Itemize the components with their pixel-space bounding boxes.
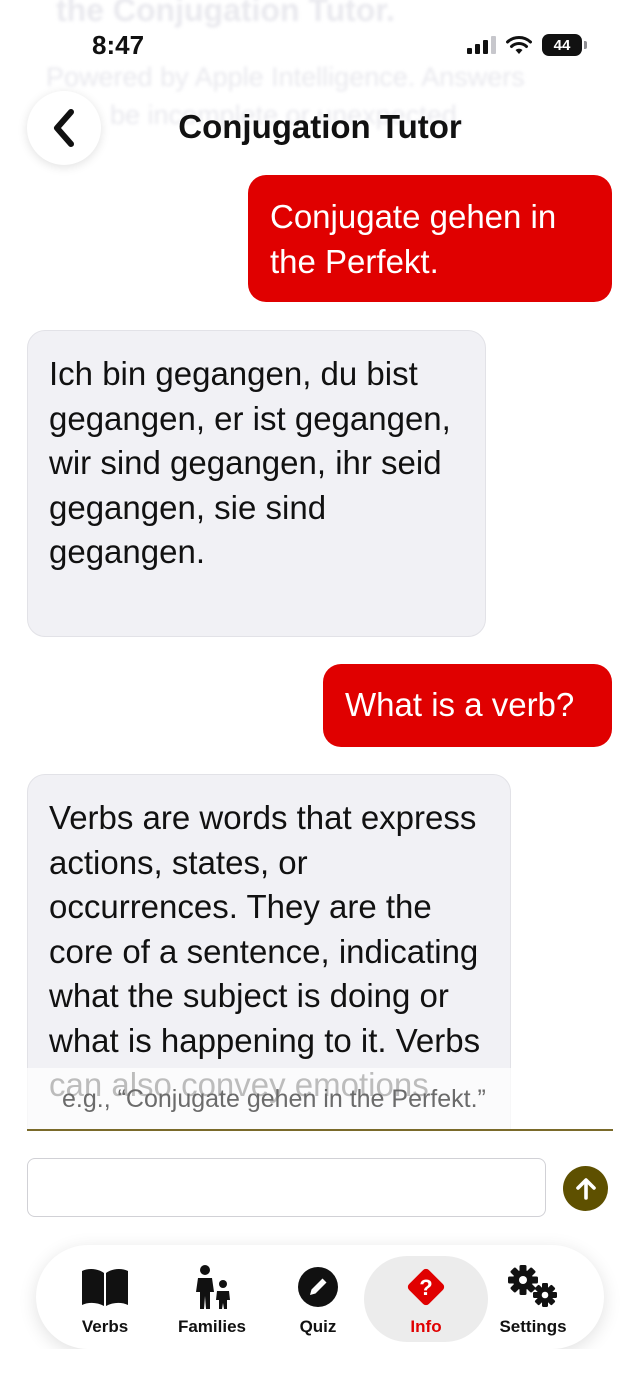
user-message: What is a verb? [323, 664, 612, 747]
tab-settings[interactable]: Settings [473, 1256, 593, 1342]
tab-info[interactable]: ? Info [364, 1256, 488, 1342]
tab-verbs[interactable]: Verbs [45, 1256, 165, 1342]
battery-icon: 44 [542, 34, 587, 56]
battery-level: 44 [553, 36, 571, 54]
tab-label: Families [177, 1317, 247, 1336]
background-title: the Conjugation Tutor. [56, 0, 395, 28]
gears-icon [508, 1265, 557, 1307]
message-input[interactable] [27, 1158, 546, 1217]
arrow-up-icon [575, 1177, 596, 1200]
input-hint: e.g., “Conjugate gehen in the Perfekt.” [62, 1085, 486, 1113]
cellular-signal-icon [467, 36, 496, 54]
tab-label: Info [410, 1317, 442, 1336]
book-icon [82, 1268, 128, 1306]
tab-label: Quiz [299, 1317, 337, 1336]
tab-label: Verbs [81, 1317, 129, 1336]
user-message: Conjugate gehen in the Perfekt. [248, 175, 612, 302]
tab-label: Settings [499, 1317, 567, 1336]
pencil-icon [298, 1267, 338, 1307]
page-title: Conjugation Tutor [178, 108, 462, 145]
status-time: 8:47 [92, 30, 145, 60]
send-button[interactable] [563, 1166, 608, 1211]
status-icons: 44 [467, 34, 587, 56]
tab-families[interactable]: Families [152, 1256, 272, 1342]
svg-text:?: ? [419, 1275, 432, 1300]
tab-quiz[interactable]: Quiz [258, 1256, 378, 1342]
question-icon: ? [407, 1268, 445, 1306]
family-icon [196, 1265, 230, 1309]
home-indicator-area [0, 1349, 640, 1386]
assistant-message: Ich bin gegangen, du bist gegangen, er i… [27, 330, 486, 637]
wifi-icon [506, 35, 532, 54]
background-subtitle-line1: Powered by Apple Intelligence. Answers [46, 62, 525, 92]
